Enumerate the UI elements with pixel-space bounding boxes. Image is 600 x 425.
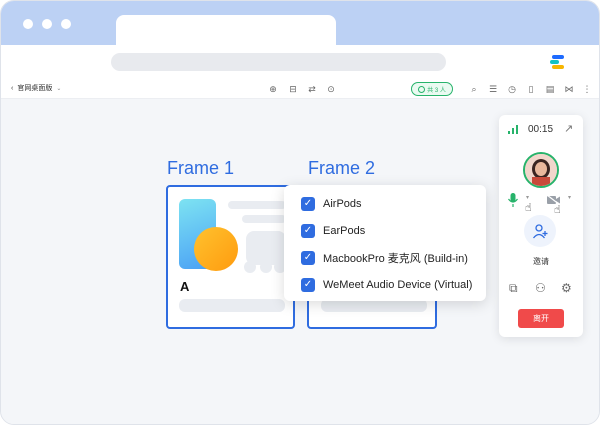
browser-titlebar: [1, 1, 599, 45]
camera-dropdown-chevron-icon[interactable]: ▾: [568, 194, 571, 201]
audio-device-label: EarPods: [323, 225, 366, 237]
card-image-circle: [194, 227, 238, 271]
placeholder-dot: [260, 261, 272, 273]
placeholder-bar: [179, 299, 285, 312]
placeholder-dot: [244, 261, 256, 273]
app-logo-icon: [550, 55, 564, 69]
audio-device-option[interactable]: ✓ EarPods: [301, 222, 365, 240]
collaborator-count: 共 3 人: [427, 87, 446, 94]
cursor-hand-icon: ☝: [554, 204, 561, 216]
more-icon[interactable]: ⋮: [581, 83, 593, 95]
placeholder-image: [246, 231, 286, 265]
frame-2-title[interactable]: Frame 2: [308, 158, 375, 179]
breadcrumb-title: 官网桌面版: [17, 85, 53, 92]
collaborators-badge[interactable]: 共 3 人: [411, 82, 453, 96]
browser-tab[interactable]: [116, 15, 336, 45]
back-chevron-icon[interactable]: ‹: [11, 85, 13, 92]
call-panel: 00:15 ↗ ▾ ☝ ▾ ☝ 邀请 ⧉ ⚇ ⚙ 离开: [499, 115, 583, 337]
component-icon[interactable]: ⊕: [267, 83, 279, 95]
browser-window: ‹ 官网桌面版 ⌄ ⊕ ⊟ ⇄ ⊙ 共 3 人 ⌕ ☰ ◷ ▯ ▤ ⋈ ⋮ Fr…: [0, 0, 600, 425]
call-timer: 00:15: [528, 124, 554, 135]
chevron-down-icon[interactable]: ⌄: [56, 85, 61, 92]
window-dot-maximize[interactable]: [61, 19, 71, 29]
audio-device-option[interactable]: ✓ AirPods: [301, 195, 362, 213]
expand-arrow-icon[interactable]: ↗: [564, 122, 573, 135]
avatar: [523, 152, 559, 188]
user-avatar-icon: [525, 154, 557, 186]
audio-device-label: MacbookPro 麦克风 (Build-in): [323, 253, 468, 265]
microphone-icon[interactable]: [508, 193, 518, 207]
swap-icon[interactable]: ⇄: [306, 83, 318, 95]
frame-1[interactable]: A: [166, 185, 295, 329]
collaborator-avatar-icon: [418, 85, 426, 93]
leave-button[interactable]: 离开: [518, 309, 564, 328]
card-label: A: [180, 279, 190, 294]
history-icon[interactable]: ◷: [506, 83, 518, 95]
share-icon[interactable]: ⋈: [563, 83, 575, 95]
audio-device-option[interactable]: ✓ WeMeet Audio Device (Virtual): [301, 276, 472, 294]
invite-label: 邀请: [533, 257, 549, 266]
address-bar-row: [1, 45, 599, 79]
search-icon[interactable]: ⌕: [468, 83, 480, 95]
checkbox-checked-icon[interactable]: ✓: [301, 197, 315, 211]
invite-button[interactable]: [524, 215, 556, 247]
checkbox-checked-icon[interactable]: ✓: [301, 251, 315, 265]
audio-device-option[interactable]: ✓ MacbookPro 麦克风 (Build-in): [301, 249, 468, 267]
plugin-icon[interactable]: ⊙: [325, 83, 337, 95]
breadcrumb[interactable]: ‹ 官网桌面版 ⌄: [11, 83, 61, 93]
settings-gear-icon[interactable]: ⚙: [561, 281, 572, 295]
checkbox-checked-icon[interactable]: ✓: [301, 278, 315, 292]
list-icon[interactable]: ☰: [487, 83, 499, 95]
screen-share-icon[interactable]: ⧉: [509, 281, 518, 296]
add-user-icon: [532, 224, 548, 239]
frame-icon[interactable]: ⊟: [287, 83, 299, 95]
placeholder-line: [242, 215, 286, 223]
window-dot-close[interactable]: [23, 19, 33, 29]
checkbox-checked-icon[interactable]: ✓: [301, 224, 315, 238]
signal-strength-icon: [508, 125, 518, 134]
audio-device-menu: ✓ AirPods ✓ EarPods ✓ MacbookPro 麦克风 (Bu…: [284, 185, 486, 301]
device-icon[interactable]: ▯: [525, 83, 537, 95]
book-icon[interactable]: ▤: [544, 83, 556, 95]
address-bar[interactable]: [111, 53, 446, 71]
window-dot-minimize[interactable]: [42, 19, 52, 29]
placeholder-line: [228, 201, 286, 209]
app-toolbar: ‹ 官网桌面版 ⌄ ⊕ ⊟ ⇄ ⊙ 共 3 人 ⌕ ☰ ◷ ▯ ▤ ⋈ ⋮: [1, 79, 599, 99]
cursor-hand-icon: ☝: [525, 202, 532, 214]
frame-1-title[interactable]: Frame 1: [167, 158, 234, 179]
mic-dropdown-chevron-icon[interactable]: ▾: [526, 194, 529, 201]
audio-device-label: AirPods: [323, 198, 362, 210]
audio-device-label: WeMeet Audio Device (Virtual): [323, 279, 473, 291]
members-icon[interactable]: ⚇: [535, 281, 546, 295]
